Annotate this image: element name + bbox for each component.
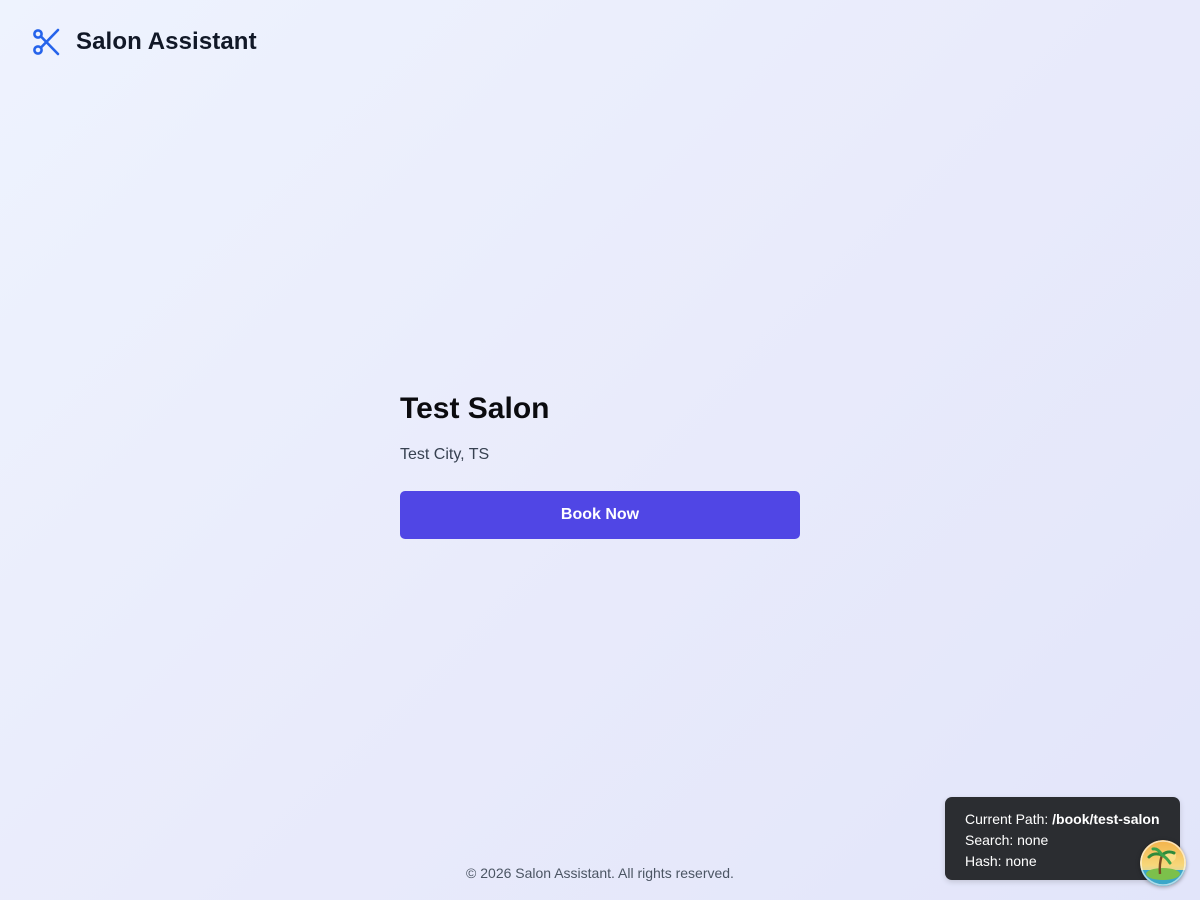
book-now-button[interactable]: Book Now	[400, 491, 800, 539]
current-path-line: Current Path: /book/test-salon	[965, 809, 1180, 830]
search-label: Search:	[965, 832, 1014, 848]
salon-name: Test Salon	[400, 392, 550, 425]
hash-value: none	[1005, 853, 1037, 869]
hash-label: Hash:	[965, 853, 1002, 869]
salon-card: Test Salon Test City, TS Book Now	[400, 390, 800, 539]
devtools-toggle-button[interactable]	[1140, 840, 1186, 886]
current-path-value: /book/test-salon	[1052, 811, 1160, 827]
salon-location: Test City, TS	[400, 446, 490, 463]
search-value: none	[1017, 832, 1049, 848]
site-header: Salon Assistant	[32, 24, 257, 60]
current-path-label: Current Path:	[965, 811, 1049, 827]
palm-tree-island-icon	[1140, 840, 1186, 886]
brand-name[interactable]: Salon Assistant	[76, 28, 257, 56]
scissors-icon	[32, 27, 62, 57]
